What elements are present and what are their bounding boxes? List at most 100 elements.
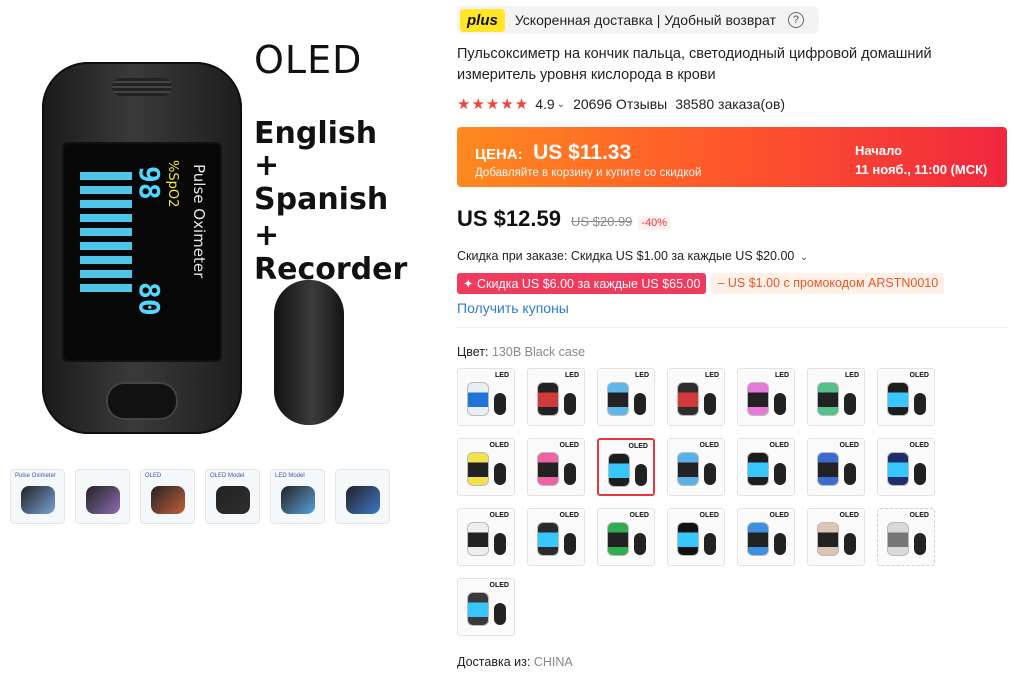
- plus-benefits-text: Ускоренная доставка | Удобный возврат: [514, 12, 776, 28]
- color-variant-option[interactable]: LED: [527, 368, 585, 426]
- color-variant-option[interactable]: LED: [737, 368, 795, 426]
- variant-case-shape: [914, 463, 926, 485]
- discount-badge: -40%: [638, 216, 671, 230]
- color-variant-option[interactable]: OLED: [807, 508, 865, 566]
- gallery-thumbnail[interactable]: OLED: [140, 469, 195, 524]
- color-label: Цвет: 130B Black case: [457, 345, 585, 359]
- variant-tag: OLED: [489, 512, 509, 519]
- variant-tag: OLED: [769, 442, 789, 449]
- gallery-thumbnail[interactable]: Pulse Oximeter: [10, 469, 65, 524]
- color-variant-option[interactable]: LED: [457, 368, 515, 426]
- variant-device-shape: [817, 382, 839, 416]
- screen-spo2-label: %SpO2: [165, 160, 180, 208]
- promo-oled: OLED: [254, 38, 363, 82]
- variant-device-shape: [887, 382, 909, 416]
- variant-tag: OLED: [909, 512, 929, 519]
- color-variant-option[interactable]: OLED: [597, 508, 655, 566]
- color-variant-option[interactable]: OLED: [457, 508, 515, 566]
- thumbnail-product-shape: [86, 486, 120, 514]
- variant-device-shape: [677, 452, 699, 486]
- variant-tag: OLED: [629, 512, 649, 519]
- shipping-label: Доставка из:: [457, 655, 531, 669]
- variant-device-shape: [537, 382, 559, 416]
- variant-tag: LED: [495, 372, 509, 379]
- gallery-thumbnail[interactable]: [75, 469, 130, 524]
- sale-start-time: 11 нояб., 11:00 (МСК): [855, 162, 988, 177]
- variant-tag: OLED: [839, 442, 859, 449]
- store-coupon-badge[interactable]: ✦ Скидка US $6.00 за каждые US $65.00: [457, 273, 707, 294]
- variant-tag: OLED: [839, 512, 859, 519]
- gallery-thumbnail[interactable]: LED Model: [270, 469, 325, 524]
- color-variant-option[interactable]: LED: [667, 368, 725, 426]
- color-variant-option[interactable]: OLED: [737, 438, 795, 496]
- variant-tag: OLED: [769, 512, 789, 519]
- gallery-thumbnail[interactable]: [335, 469, 390, 524]
- plus-logo: plus: [460, 8, 505, 32]
- thumbnail-product-shape: [21, 486, 55, 514]
- rating-value[interactable]: 4.9: [535, 96, 554, 112]
- sale-subtitle: Добавляйте в корзину и купите со скидкой: [475, 167, 702, 179]
- shipping-from: Доставка из: CHINA: [457, 655, 573, 669]
- color-variant-option[interactable]: OLED: [457, 438, 515, 496]
- promo-code-badge[interactable]: – US $1.00 с промокодом ARSTN0010: [711, 273, 945, 294]
- current-price: US $12.59: [457, 206, 561, 231]
- color-variant-option[interactable]: OLED: [527, 508, 585, 566]
- variant-case-shape: [494, 463, 506, 485]
- color-variant-option[interactable]: OLED: [877, 438, 935, 496]
- color-variant-option[interactable]: OLED: [667, 438, 725, 496]
- variant-device-shape: [537, 522, 559, 556]
- get-coupons-link[interactable]: Получить купоны: [457, 300, 569, 316]
- question-icon[interactable]: ?: [787, 12, 804, 28]
- sale-start-label: Начало: [855, 143, 903, 158]
- chevron-down-icon[interactable]: ⌄: [557, 99, 565, 110]
- variant-case-shape: [634, 533, 646, 555]
- variant-case-shape: [774, 463, 786, 485]
- variant-device-shape: [608, 453, 630, 487]
- rating-row: ★★★★★ 4.9 ⌄ 20696 Отзывы 38580 заказа(ов…: [457, 95, 785, 113]
- color-variant-option[interactable]: OLED: [527, 438, 585, 496]
- variant-device-shape: [817, 452, 839, 486]
- color-selected-value: 130B Black case: [491, 345, 586, 359]
- variant-device-shape: [747, 522, 769, 556]
- color-variants: LED LED LED LED LED LED OLED OLED OLED OLED OLED OL…: [457, 368, 937, 636]
- variant-device-shape: [677, 382, 699, 416]
- variant-device-shape: [887, 522, 909, 556]
- variant-device-shape: [537, 452, 559, 486]
- plus-benefits-bar[interactable]: plus Ускоренная доставка | Удобный возвр…: [457, 6, 819, 34]
- color-variant-option[interactable]: OLED: [807, 438, 865, 496]
- variant-device-shape: [607, 522, 629, 556]
- color-variant-option[interactable]: OLED: [877, 508, 935, 566]
- color-variant-option[interactable]: OLED: [457, 578, 515, 636]
- variant-device-shape: [607, 382, 629, 416]
- order-discount[interactable]: Скидка при заказе: Скидка US $1.00 за ка…: [457, 249, 808, 263]
- color-variant-option[interactable]: OLED: [877, 368, 935, 426]
- color-variant-option[interactable]: OLED: [667, 508, 725, 566]
- variant-tag: LED: [705, 372, 719, 379]
- variant-tag: OLED: [559, 512, 579, 519]
- pulse-bars: [80, 172, 132, 292]
- color-variant-option[interactable]: OLED: [597, 438, 655, 496]
- variant-device-shape: [677, 522, 699, 556]
- device-button: [106, 382, 178, 420]
- promo-line-recorder: Recorder: [254, 252, 408, 287]
- device-screen: Pulse Oximeter %SpO2 98 80: [62, 142, 222, 362]
- sale-banner: ЦЕНА: US $11.33 Добавляйте в корзину и к…: [457, 127, 1007, 187]
- variant-case-shape: [774, 533, 786, 555]
- coupon-row: ✦ Скидка US $6.00 за каждые US $65.00 – …: [457, 273, 945, 294]
- gallery-thumbnail[interactable]: OLED Model: [205, 469, 260, 524]
- variant-device-shape: [467, 592, 489, 626]
- screen-device-label: Pulse Oximeter: [190, 164, 208, 279]
- variant-case-shape: [494, 533, 506, 555]
- thumbnail-product-shape: [216, 486, 250, 514]
- main-product-image[interactable]: Pulse Oximeter %SpO2 98 80 OLED English …: [8, 18, 438, 438]
- variant-case-shape: [774, 393, 786, 415]
- variant-case-shape: [494, 393, 506, 415]
- color-variant-option[interactable]: OLED: [737, 508, 795, 566]
- chevron-down-icon[interactable]: ⌄: [800, 252, 808, 263]
- thumbnail-caption: OLED Model: [210, 473, 245, 479]
- color-variant-option[interactable]: LED: [597, 368, 655, 426]
- variant-device-shape: [887, 452, 909, 486]
- thumbnail-caption: LED Model: [275, 473, 305, 479]
- reviews-link[interactable]: 20696 Отзывы: [573, 96, 667, 112]
- color-variant-option[interactable]: LED: [807, 368, 865, 426]
